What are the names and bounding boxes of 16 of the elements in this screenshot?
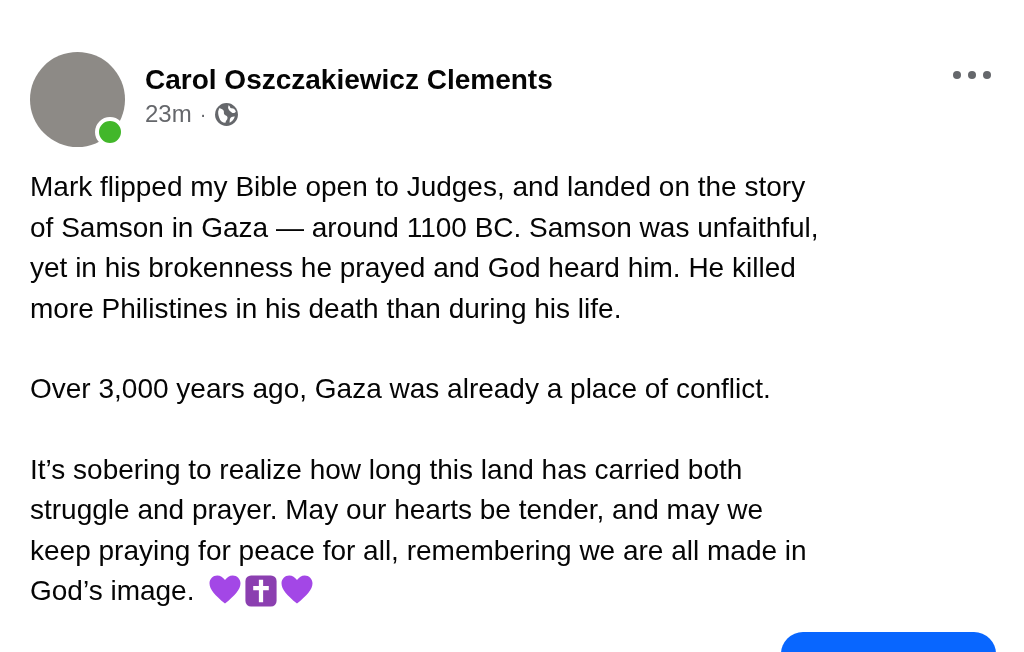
post-text-line: of Samson in Gaza — around 1100 BC. Samson was unfaithful, (30, 210, 820, 245)
post-text-line: Mark flipped my Bible open to Judges, and landed on the story (30, 170, 807, 204)
post-time[interactable]: 23m (145, 100, 192, 128)
post-text-line: It’s sobering to realize how long this land has carried both (30, 452, 744, 487)
post-text-line: yet in his brokenness he prayed and God heard him. He killed (30, 251, 797, 285)
globe-icon (214, 101, 240, 127)
separator-dot: · (199, 102, 207, 126)
post-text-line: God’s image. (30, 574, 195, 608)
post-text-line: keep praying for peace for all, remembering we are all made in (30, 533, 808, 568)
post-text-line: more Philistines in his death than during his life. (30, 291, 623, 326)
cross-icon (244, 574, 279, 609)
heart-icon (280, 574, 315, 606)
heart-icon (208, 574, 243, 606)
post-text-line: Over 3,000 years ago, Gaza was already a place of conflict. (30, 372, 772, 406)
author-name[interactable]: Carol Oszczakiewicz Clements (145, 64, 928, 96)
post-text-line: struggle and prayer. May our hearts be tender, and may we (30, 493, 765, 527)
